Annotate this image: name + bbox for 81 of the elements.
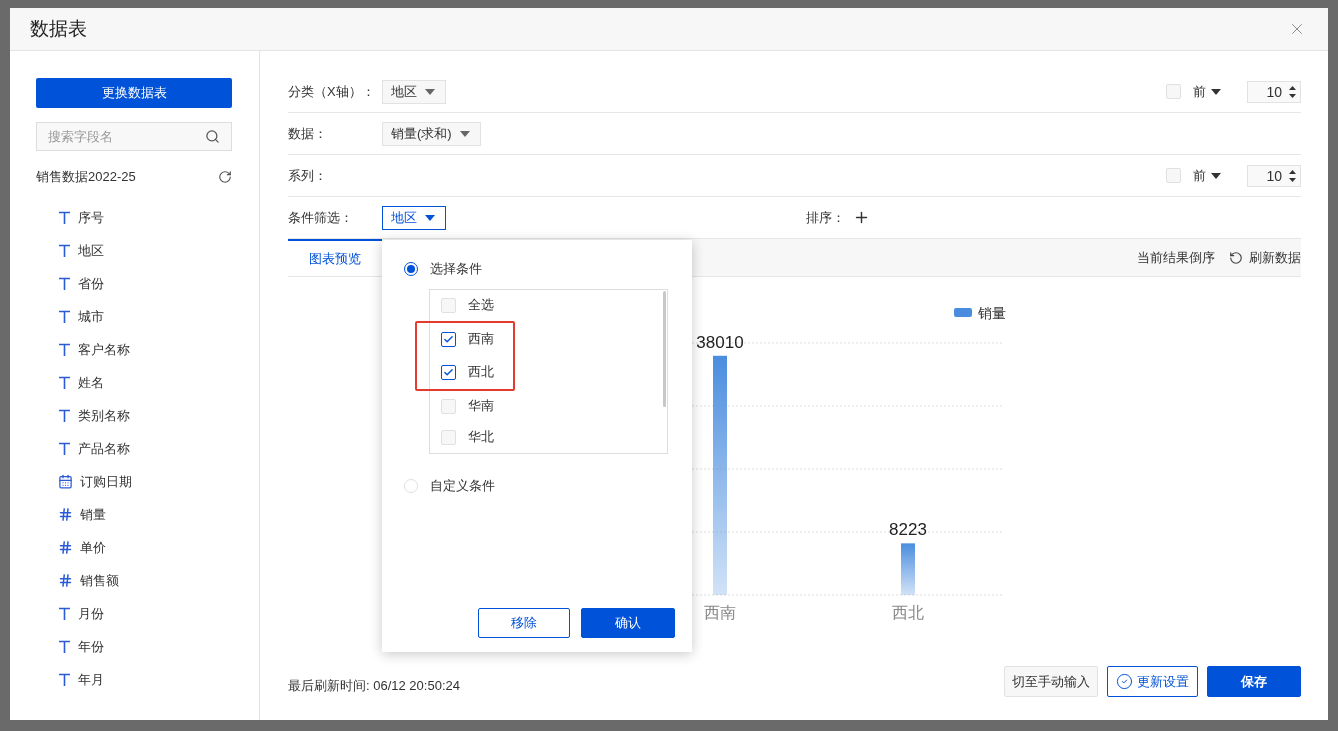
field-item[interactable]: 销售额 (58, 564, 232, 597)
add-icon[interactable] (853, 209, 870, 226)
change-table-button[interactable]: 更换数据表 (36, 78, 232, 108)
setting-label: 条件筛选： (288, 208, 354, 227)
spinner-arrows-icon[interactable] (1288, 167, 1297, 184)
number-stepper[interactable]: 10 (1247, 164, 1301, 187)
radio-option[interactable]: 选择条件 (404, 257, 676, 280)
text-type-icon (58, 210, 71, 225)
radio[interactable] (404, 261, 418, 276)
data-label: 38010 (696, 332, 744, 352)
axis-label: 西南 (704, 604, 736, 621)
axis-label: 西北 (892, 604, 924, 621)
setting-label: 数据： (288, 124, 328, 143)
field-item[interactable]: 省份 (58, 267, 232, 300)
calendar-icon (58, 474, 73, 489)
text-type-icon (58, 639, 71, 654)
option-item[interactable]: 华北 (441, 421, 667, 453)
field-item[interactable]: 姓名 (58, 366, 232, 399)
check-icon (443, 366, 454, 378)
field-dropdown[interactable]: 地区 (382, 79, 446, 104)
tab[interactable]: 图表预览 (288, 239, 382, 276)
field-item[interactable]: 城市 (58, 300, 232, 333)
radio-option[interactable]: 自定义条件 (404, 474, 676, 497)
field-item[interactable]: 产品名称 (58, 432, 232, 465)
last-refresh-time: 最后刷新时间: 06/12 20:50:24 (288, 677, 460, 695)
number-stepper[interactable]: 10 (1247, 80, 1301, 103)
checkbox[interactable] (441, 331, 456, 347)
remove-button[interactable]: 移除 (478, 607, 570, 638)
option-item[interactable]: 全选 (441, 289, 667, 321)
spinner-arrows-icon[interactable] (1288, 83, 1297, 100)
dialog-title: 数据表 (30, 17, 87, 41)
field-dropdown[interactable]: 销量(求和) (382, 121, 481, 146)
text-type-icon (58, 276, 71, 291)
field-item[interactable]: 月份 (58, 597, 232, 630)
text-type-icon (58, 309, 71, 324)
legend-label: 销量 (977, 305, 1006, 321)
check-circle-icon (1116, 673, 1133, 690)
dataset-name: 销售数据2022-25 (36, 168, 136, 186)
save-button[interactable]: 保存 (1207, 666, 1301, 697)
text-type-icon (58, 243, 71, 258)
hash-icon (58, 507, 73, 522)
field-item[interactable]: 年月 (58, 663, 232, 696)
field-item[interactable]: 单价 (58, 531, 232, 564)
manual-input-button[interactable]: 切至手动输入 (1004, 666, 1098, 697)
check-icon (443, 333, 454, 345)
field-item[interactable]: 序号 (58, 201, 232, 234)
field-item[interactable]: 销量 (58, 498, 232, 531)
search-field[interactable]: 搜索字段名 (36, 122, 232, 151)
hash-icon (58, 573, 73, 588)
data-label: 8223 (889, 520, 927, 540)
text-type-icon (58, 408, 71, 423)
refresh-icon[interactable] (218, 170, 232, 184)
option-item[interactable]: 西南 (441, 322, 513, 356)
text-type-icon (58, 606, 71, 621)
chart-bar (901, 543, 915, 595)
field-item[interactable]: 类别名称 (58, 399, 232, 432)
setting-label: 系列： (288, 166, 328, 185)
text-type-icon (58, 441, 71, 456)
reverse-order-link[interactable]: 当前结果倒序 (1137, 248, 1215, 267)
setting-label: 分类（X轴）： (288, 82, 376, 101)
field-item[interactable]: 年份 (58, 630, 232, 663)
scrollbar[interactable] (663, 290, 666, 407)
sort-label: 排序： (806, 208, 845, 227)
checkbox[interactable] (441, 364, 456, 380)
confirm-button[interactable]: 确认 (581, 607, 675, 638)
text-type-icon (58, 342, 71, 357)
refresh-icon (1229, 250, 1243, 265)
option-item[interactable]: 华南 (441, 390, 667, 422)
text-type-icon (58, 375, 71, 390)
field-item[interactable]: 订购日期 (58, 465, 232, 498)
hash-icon (58, 540, 73, 555)
chart-legend: 销量 (954, 305, 1006, 321)
text-type-icon (58, 672, 71, 687)
option-item[interactable]: 西北 (441, 355, 513, 389)
field-item[interactable]: 客户名称 (58, 333, 232, 366)
field-item[interactable]: 地区 (58, 234, 232, 267)
top-mode-dropdown[interactable]: 前 (1193, 166, 1221, 185)
search-icon[interactable] (205, 129, 220, 144)
update-settings-button[interactable]: 更新设置 (1107, 666, 1198, 697)
top-mode-dropdown[interactable]: 前 (1193, 82, 1221, 101)
refresh-data-button[interactable]: 刷新数据 (1229, 248, 1301, 267)
